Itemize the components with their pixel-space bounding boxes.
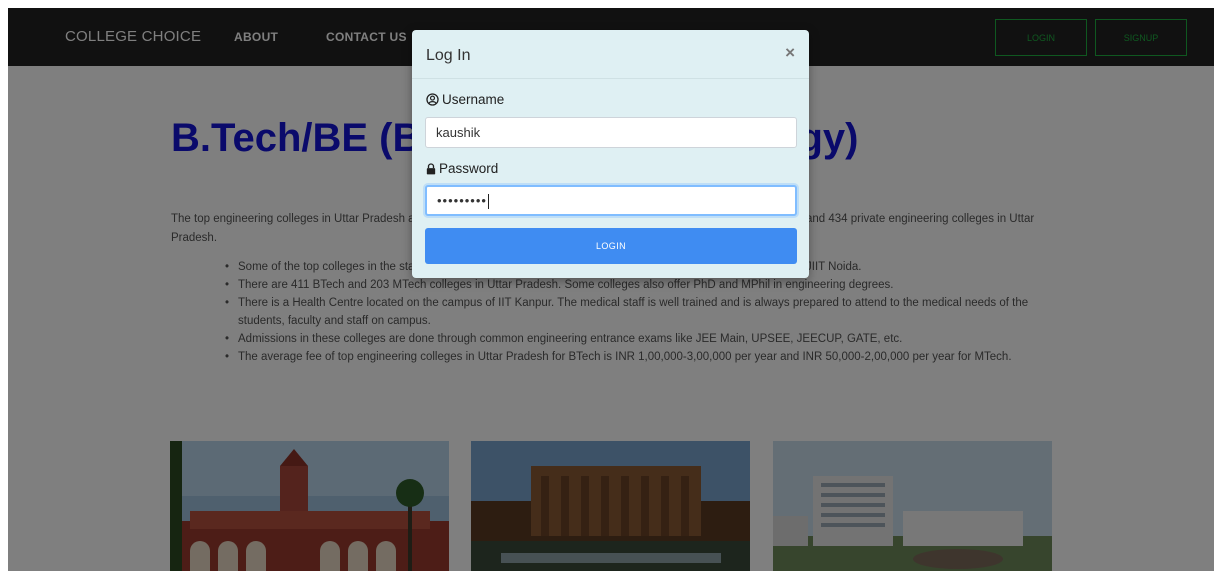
browser-viewport: COLLEGE CHOICE ABOUT CONTACT US LOGIN SI… [8, 8, 1214, 571]
username-input[interactable]: kaushik [425, 117, 797, 148]
login-submit-button[interactable]: LOGIN [425, 228, 797, 264]
username-label: Username [426, 92, 504, 107]
login-modal: Log In × Username kaushik Password •••••… [412, 30, 809, 278]
password-masked-value: ••••••••• [437, 193, 487, 208]
lock-icon [426, 162, 436, 174]
password-input[interactable]: ••••••••• [425, 185, 797, 216]
user-circle-icon [426, 93, 439, 106]
modal-title: Log In [426, 47, 471, 64]
username-label-text: Username [442, 92, 505, 107]
modal-header: Log In × [412, 30, 809, 79]
text-cursor [487, 194, 489, 210]
password-label: Password [426, 161, 498, 176]
password-label-text: Password [439, 161, 499, 176]
close-icon[interactable]: × [785, 43, 795, 63]
